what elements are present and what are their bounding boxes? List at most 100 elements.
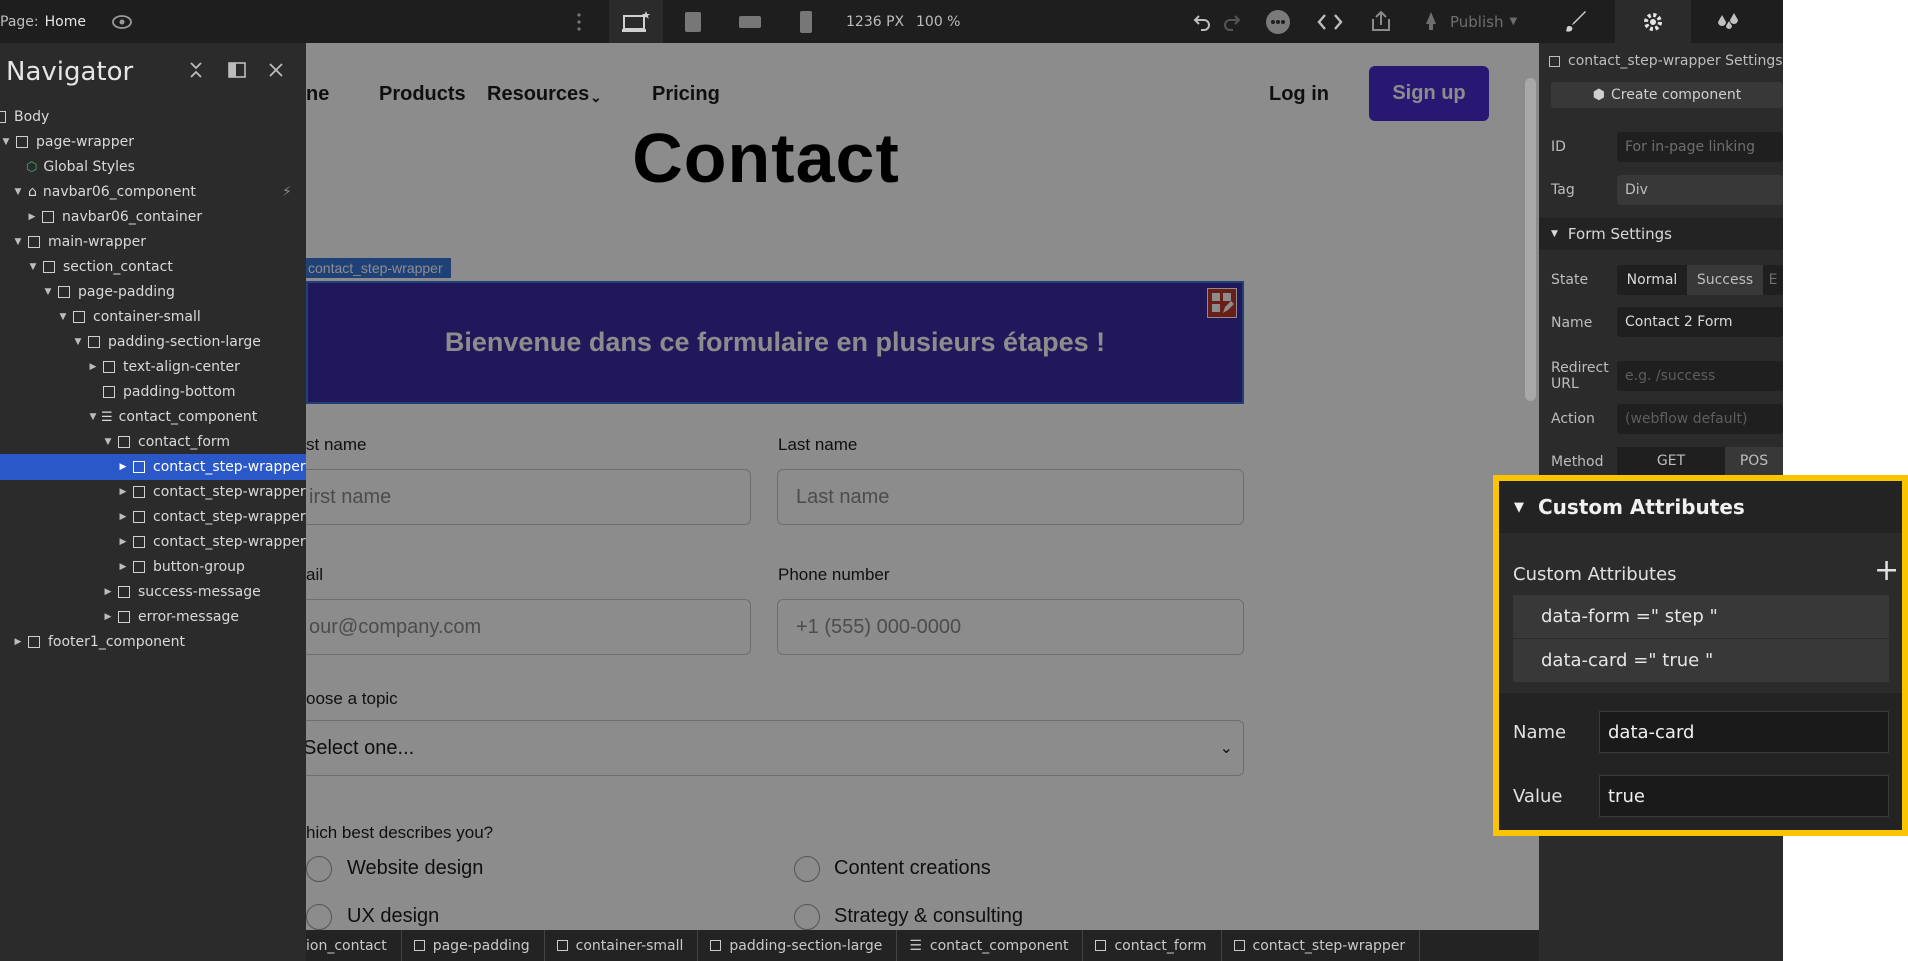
mobile-portrait-icon[interactable]	[779, 0, 833, 43]
publish-button[interactable]: Publish ▼	[1420, 0, 1517, 43]
tree-item-container-small[interactable]: ▼ container-small	[57, 304, 201, 330]
attribute-row[interactable]: data-form =" step "	[1513, 595, 1889, 638]
div-block-icon	[43, 261, 55, 273]
canvas-width: 1236 PX	[846, 13, 905, 30]
code-icon[interactable]	[1317, 0, 1343, 43]
tree-item-section-contact[interactable]: ▼ section_contact	[27, 254, 173, 280]
tree-label: page-wrapper	[36, 134, 134, 150]
tree-label: contact_step-wrapper	[153, 484, 306, 500]
custom-attributes-section-header[interactable]: ▼ Custom Attributes	[1499, 481, 1902, 533]
tree-label: success-message	[138, 584, 261, 600]
caret-right-icon: ▶	[119, 487, 127, 497]
tree-item-main-wrapper[interactable]: ▼ main-wrapper	[12, 229, 146, 255]
desktop-breakpoint-icon[interactable]	[609, 0, 663, 43]
tree-item-padding-section-large[interactable]: ▼ padding-section-large	[72, 329, 261, 355]
tablet-breakpoint-icon[interactable]	[666, 0, 720, 43]
form-name-input[interactable]: Contact 2 Form	[1617, 307, 1783, 337]
more-vertical-icon[interactable]	[576, 0, 582, 43]
dock-panel-icon[interactable]	[228, 62, 246, 82]
tree-item-success-message[interactable]: ▶ success-message	[102, 579, 261, 605]
breadcrumb-item[interactable]: contact_form	[1083, 930, 1222, 961]
div-block-icon	[73, 311, 85, 323]
tree-item-contact-component[interactable]: ▼ ☰ contact_component	[87, 404, 258, 430]
div-block-icon	[118, 586, 130, 598]
action-input[interactable]: (webflow default)	[1617, 404, 1783, 434]
tree-item-contact-form[interactable]: ▼ contact_form	[102, 429, 231, 455]
method-get-button[interactable]: GET	[1617, 447, 1725, 475]
caret-right-icon: ▶	[14, 637, 22, 647]
tree-item-page-padding[interactable]: ▼ page-padding	[42, 279, 175, 305]
attribute-row[interactable]: data-card =" true "	[1513, 639, 1889, 682]
tree-label: navbar06_container	[62, 209, 203, 225]
breadcrumb-item[interactable]: container-small	[545, 930, 699, 961]
div-block-icon	[413, 940, 425, 951]
tree-item-contact-step-wrapper[interactable]: ▶ contact_step-wrapper	[117, 529, 306, 555]
div-block-icon	[58, 286, 70, 298]
navigator-panel: Navigator Body ▼ page-wrapper ⬡ Global Sty…	[0, 43, 306, 961]
page-selector[interactable]: Page: Home	[0, 0, 86, 43]
mobile-landscape-icon[interactable]	[723, 0, 777, 43]
add-attribute-icon[interactable]: +	[1874, 553, 1899, 588]
canvas-scrollbar[interactable]	[1525, 78, 1536, 401]
attr-name-input[interactable]: data-card	[1599, 711, 1889, 753]
tree-label: padding-bottom	[123, 384, 236, 400]
div-block-icon	[133, 561, 145, 573]
action-label: Action	[1551, 411, 1595, 427]
close-icon[interactable]	[268, 62, 284, 82]
tree-item-contact-step-wrapper[interactable]: ▶ contact_step-wrapper	[117, 504, 306, 530]
state-success-button[interactable]: Success	[1687, 265, 1763, 295]
caret-down-icon: ▼	[2, 137, 10, 147]
breadcrumb-item[interactable]: ☰ contact_component	[897, 930, 1084, 961]
tag-select[interactable]: Div	[1617, 175, 1783, 205]
tree-item-body[interactable]: Body	[0, 104, 49, 130]
tree-item-error-message[interactable]: ▶ error-message	[102, 604, 239, 630]
id-input[interactable]: For in-page linking	[1617, 132, 1783, 162]
tree-item-page-wrapper[interactable]: ▼ page-wrapper	[0, 129, 134, 155]
redirect-url-input[interactable]: e.g. /success	[1617, 361, 1783, 391]
breadcrumb-item[interactable]: padding-section-large	[698, 930, 898, 961]
preview-eye-icon[interactable]	[112, 0, 132, 43]
design-canvas[interactable]: ne Products Resources ⌄ Pricing Log in S…	[306, 43, 1539, 930]
attr-value-input[interactable]: true	[1599, 775, 1889, 817]
style-brush-icon[interactable]	[1539, 0, 1615, 43]
interactions-drops-icon[interactable]	[1691, 0, 1767, 43]
tree-item-padding-bottom[interactable]: padding-bottom	[99, 379, 236, 405]
tree-label: navbar06_component	[42, 184, 196, 200]
caret-right-icon: ▶	[119, 512, 127, 522]
undo-icon[interactable]	[1192, 0, 1212, 43]
settings-gear-icon[interactable]	[1615, 0, 1691, 43]
div-block-icon	[710, 940, 722, 951]
tree-item-contact-step-wrapper-selected[interactable]: ▶ contact_step-wrapper	[0, 454, 306, 480]
tree-item-contact-step-wrapper[interactable]: ▶ contact_step-wrapper	[117, 479, 306, 505]
div-block-icon	[118, 611, 130, 623]
tree-item-navbar06-component[interactable]: ▼ ⌂ navbar06_component ⚡	[12, 179, 292, 205]
tree-item-footer1-component[interactable]: ▶ footer1_component	[12, 629, 186, 655]
tree-item-global-styles[interactable]: ⬡ Global Styles	[26, 154, 135, 180]
breadcrumb-item[interactable]: page-padding	[402, 930, 545, 961]
caret-down-icon: ▼	[1514, 499, 1524, 515]
tree-item-button-group[interactable]: ▶ button-group	[117, 554, 245, 580]
page-prefix: Page:	[0, 13, 39, 30]
tree-label: main-wrapper	[48, 234, 146, 250]
caret-right-icon: ▶	[119, 537, 127, 547]
form-block-icon: ☰	[909, 937, 922, 954]
caret-right-icon: ▶	[104, 612, 112, 622]
breadcrumb-item[interactable]: ion_contact	[306, 930, 402, 961]
breadcrumb-label: contact_step-wrapper	[1252, 937, 1406, 954]
breadcrumb-item[interactable]: contact_step-wrapper	[1222, 930, 1421, 961]
form-settings-section[interactable]: ▼ Form Settings	[1539, 218, 1783, 250]
state-normal-button[interactable]: Normal	[1617, 265, 1687, 295]
div-block-icon	[103, 361, 115, 373]
export-icon[interactable]	[1369, 0, 1393, 43]
tree-item-navbar06-container[interactable]: ▶ navbar06_container	[26, 204, 203, 230]
collapse-all-icon[interactable]	[188, 61, 204, 83]
state-error-button[interactable]: E	[1763, 265, 1783, 295]
tree-item-text-align-center[interactable]: ▶ text-align-center	[87, 354, 240, 380]
comments-icon[interactable]	[1265, 0, 1291, 43]
caret-down-icon: ▼	[14, 237, 22, 247]
tree-label: error-message	[138, 609, 239, 625]
div-block-icon	[16, 136, 28, 148]
create-component-button[interactable]: ⬢ Create component	[1551, 82, 1783, 108]
method-post-button[interactable]: POS	[1725, 447, 1783, 475]
redo-icon[interactable]	[1222, 0, 1242, 43]
